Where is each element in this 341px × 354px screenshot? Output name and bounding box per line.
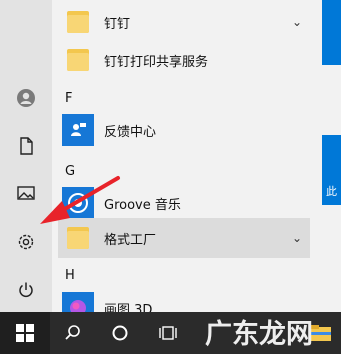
pictures-button[interactable] [0, 173, 52, 213]
section-letter-g[interactable]: G [65, 164, 75, 179]
documents-icon [20, 137, 33, 155]
app-label: 画图 3D [104, 302, 153, 313]
task-view-icon [158, 326, 177, 340]
live-tile[interactable] [322, 0, 341, 65]
power-icon [19, 282, 33, 298]
section-letter-f[interactable]: F [65, 91, 72, 106]
user-avatar-icon [17, 89, 35, 107]
chevron-down-icon[interactable]: ⌄ [292, 15, 302, 29]
user-avatar-button[interactable] [0, 78, 52, 118]
pictures-icon [17, 186, 35, 200]
search-button[interactable] [50, 312, 95, 354]
power-button[interactable] [0, 270, 52, 310]
groove-music-icon [62, 187, 94, 219]
list-item-dingtalk-print[interactable]: 钉钉打印共享服务 [60, 40, 310, 80]
start-menu: 钉钉 ⌄ 钉钉打印共享服务 F 反馈中心 G Groove 音乐 格式工厂 ⌄ [0, 0, 341, 312]
list-item-dingtalk[interactable]: 钉钉 ⌄ [60, 2, 310, 42]
settings-icon [18, 234, 34, 250]
app-label: 钉钉 [104, 16, 131, 32]
start-button[interactable] [0, 312, 50, 354]
chevron-down-icon[interactable]: ⌄ [292, 231, 302, 245]
list-item-feedback-hub[interactable]: 反馈中心 [60, 110, 310, 150]
list-item-paint-3d[interactable]: 画图 3D [60, 288, 310, 312]
app-label: 反馈中心 [104, 124, 157, 140]
start-menu-rail [0, 0, 52, 312]
cortana-button[interactable] [97, 312, 142, 354]
paint-3d-icon [62, 292, 94, 312]
tile-label: 此 [326, 185, 337, 198]
app-label: 格式工厂 [104, 232, 157, 248]
list-item-format-factory[interactable]: 格式工厂 ⌄ [58, 218, 310, 258]
documents-button[interactable] [0, 126, 52, 166]
cortana-icon [112, 325, 127, 341]
search-icon [64, 325, 80, 340]
feedback-hub-icon [62, 114, 94, 146]
section-letter-h[interactable]: H [65, 268, 75, 283]
app-label: 钉钉打印共享服务 [104, 54, 209, 70]
folder-icon [62, 44, 94, 76]
task-view-button[interactable] [145, 312, 190, 354]
app-label: Groove 音乐 [104, 197, 181, 213]
watermark-text: 广东龙网 [205, 319, 313, 350]
list-item-groove-music[interactable]: Groove 音乐 [60, 183, 310, 223]
folder-icon [62, 6, 94, 38]
settings-button[interactable] [0, 222, 52, 262]
live-tile[interactable]: 此 [322, 135, 341, 205]
folder-icon [62, 222, 94, 254]
windows-start-icon [16, 324, 34, 342]
